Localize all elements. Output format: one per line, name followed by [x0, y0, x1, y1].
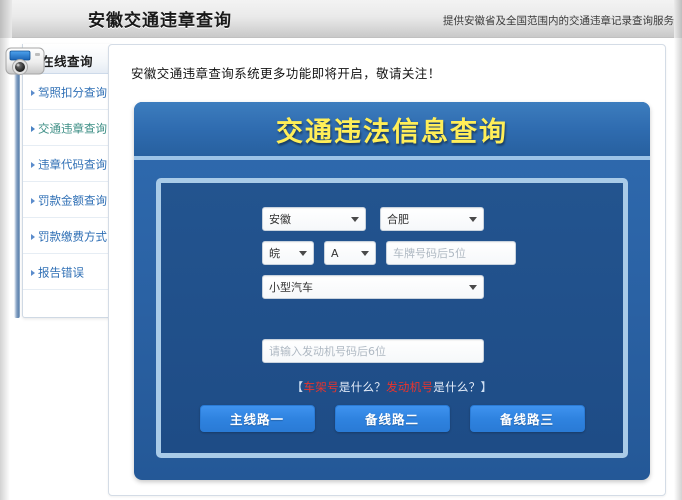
engine-number-input[interactable]: 请输入发动机号码后6位: [262, 339, 484, 363]
sidebar-item-report-error[interactable]: 报告错误: [23, 254, 113, 290]
arrow-right-icon: [31, 270, 35, 276]
vehicle-type-select[interactable]: 小型汽车: [262, 275, 484, 299]
sidebar-item-payment-method[interactable]: 罚款缴费方式: [23, 218, 113, 254]
main-content-panel: 安徽交通违章查询系统更多功能即将开启，敬请关注！ 交通违法信息查询 安徽 合肥: [108, 44, 666, 496]
page-left-edge: [0, 38, 10, 500]
sidebar-item-fine-amount[interactable]: 罚款金额查询: [23, 182, 113, 218]
notice-text: 安徽交通违章查询系统更多功能即将开启，敬请关注！: [131, 63, 441, 82]
sidebar-rail: [14, 60, 20, 318]
chevron-down-icon: [361, 251, 369, 256]
query-form: 安徽 合肥 皖: [161, 183, 623, 453]
sidebar-item-violation-code[interactable]: 违章代码查询: [23, 146, 113, 182]
help-hint-line: 【车架号是什么？发动机号是什么？】: [161, 379, 623, 395]
form-row-region: 安徽 合肥: [262, 207, 650, 231]
engine-number-link[interactable]: 发动机号: [386, 380, 433, 394]
sidebar-item-label: 罚款金额查询: [38, 194, 107, 208]
sidebar-item-label: 驾照扣分查询: [38, 86, 107, 100]
sidebar-item-label: 交通违章查询: [38, 122, 107, 136]
widget-title-bar: 交通违法信息查询: [134, 102, 650, 160]
city-select[interactable]: 合肥: [380, 207, 484, 231]
form-row-engine: 请输入发动机号码后6位: [262, 339, 650, 363]
vehicle-type-value: 小型汽车: [269, 279, 313, 295]
query-widget: 交通违法信息查询 安徽 合肥: [134, 102, 650, 480]
city-value: 合肥: [387, 211, 409, 227]
hint-close-bracket: 】: [481, 380, 493, 394]
hint-mid-2: 是什么？: [433, 380, 480, 394]
arrow-right-icon: [31, 234, 35, 240]
plate-number-input[interactable]: 车牌号码后5位: [386, 241, 516, 265]
plate-prefix-value: 皖: [269, 245, 280, 261]
sidebar-item-label: 违章代码查询: [38, 158, 107, 172]
arrow-right-icon: [31, 90, 35, 96]
chevron-down-icon: [299, 251, 307, 256]
route-backup-3-button[interactable]: 备线路三: [470, 405, 585, 432]
site-slogan: 提供安徽省及全国范围内的交通违章记录查询服务: [443, 13, 674, 28]
chevron-down-icon: [469, 285, 477, 290]
chevron-down-icon: [351, 217, 359, 222]
widget-title-text: 交通违法信息查询: [276, 110, 508, 149]
sidebar: 在线查询 驾照扣分查询 交通违章查询 违章代码查询 罚款金额查询 罚款缴费方式 …: [22, 44, 112, 318]
page-root: 安徽交通违章查询 提供安徽省及全国范围内的交通违章记录查询服务 在线查询 驾照扣…: [0, 0, 682, 500]
page-right-edge: [674, 38, 682, 500]
camera-icon: [2, 44, 50, 82]
route-main-button[interactable]: 主线路一: [200, 405, 315, 432]
chevron-down-icon: [469, 217, 477, 222]
province-value: 安徽: [269, 211, 291, 227]
hint-mid-1: 是什么？: [339, 380, 386, 394]
chassis-number-link[interactable]: 车架号: [303, 380, 338, 394]
header-left-edge: [0, 0, 12, 38]
arrow-right-icon: [31, 126, 35, 132]
hint-open-bracket: 【: [292, 380, 304, 394]
site-header: 安徽交通违章查询 提供安徽省及全国范围内的交通违章记录查询服务: [0, 0, 682, 38]
plate-number-placeholder: 车牌号码后5位: [393, 245, 466, 261]
sidebar-nav-list: 驾照扣分查询 交通违章查询 违章代码查询 罚款金额查询 罚款缴费方式 报告错误: [23, 74, 113, 290]
header-right-edge: [674, 0, 682, 38]
sidebar-item-label: 报告错误: [38, 266, 84, 280]
sidebar-item-label: 罚款缴费方式: [38, 230, 107, 244]
form-row-plate: 皖 A 车牌号码后5位: [262, 241, 650, 265]
plate-letter-value: A: [331, 247, 339, 260]
province-select[interactable]: 安徽: [262, 207, 366, 231]
action-button-row: 主线路一 备线路二 备线路三: [161, 405, 623, 432]
query-form-frame: 安徽 合肥 皖: [156, 178, 628, 458]
route-backup-2-button[interactable]: 备线路二: [335, 405, 450, 432]
sidebar-item-traffic-violation[interactable]: 交通违章查询: [23, 110, 113, 146]
arrow-right-icon: [31, 198, 35, 204]
plate-prefix-select[interactable]: 皖: [262, 241, 314, 265]
form-row-vehicle-type: 小型汽车: [262, 275, 650, 299]
plate-letter-select[interactable]: A: [324, 241, 376, 265]
site-title: 安徽交通违章查询: [88, 6, 232, 31]
arrow-right-icon: [31, 162, 35, 168]
engine-number-placeholder: 请输入发动机号码后6位: [269, 343, 386, 359]
